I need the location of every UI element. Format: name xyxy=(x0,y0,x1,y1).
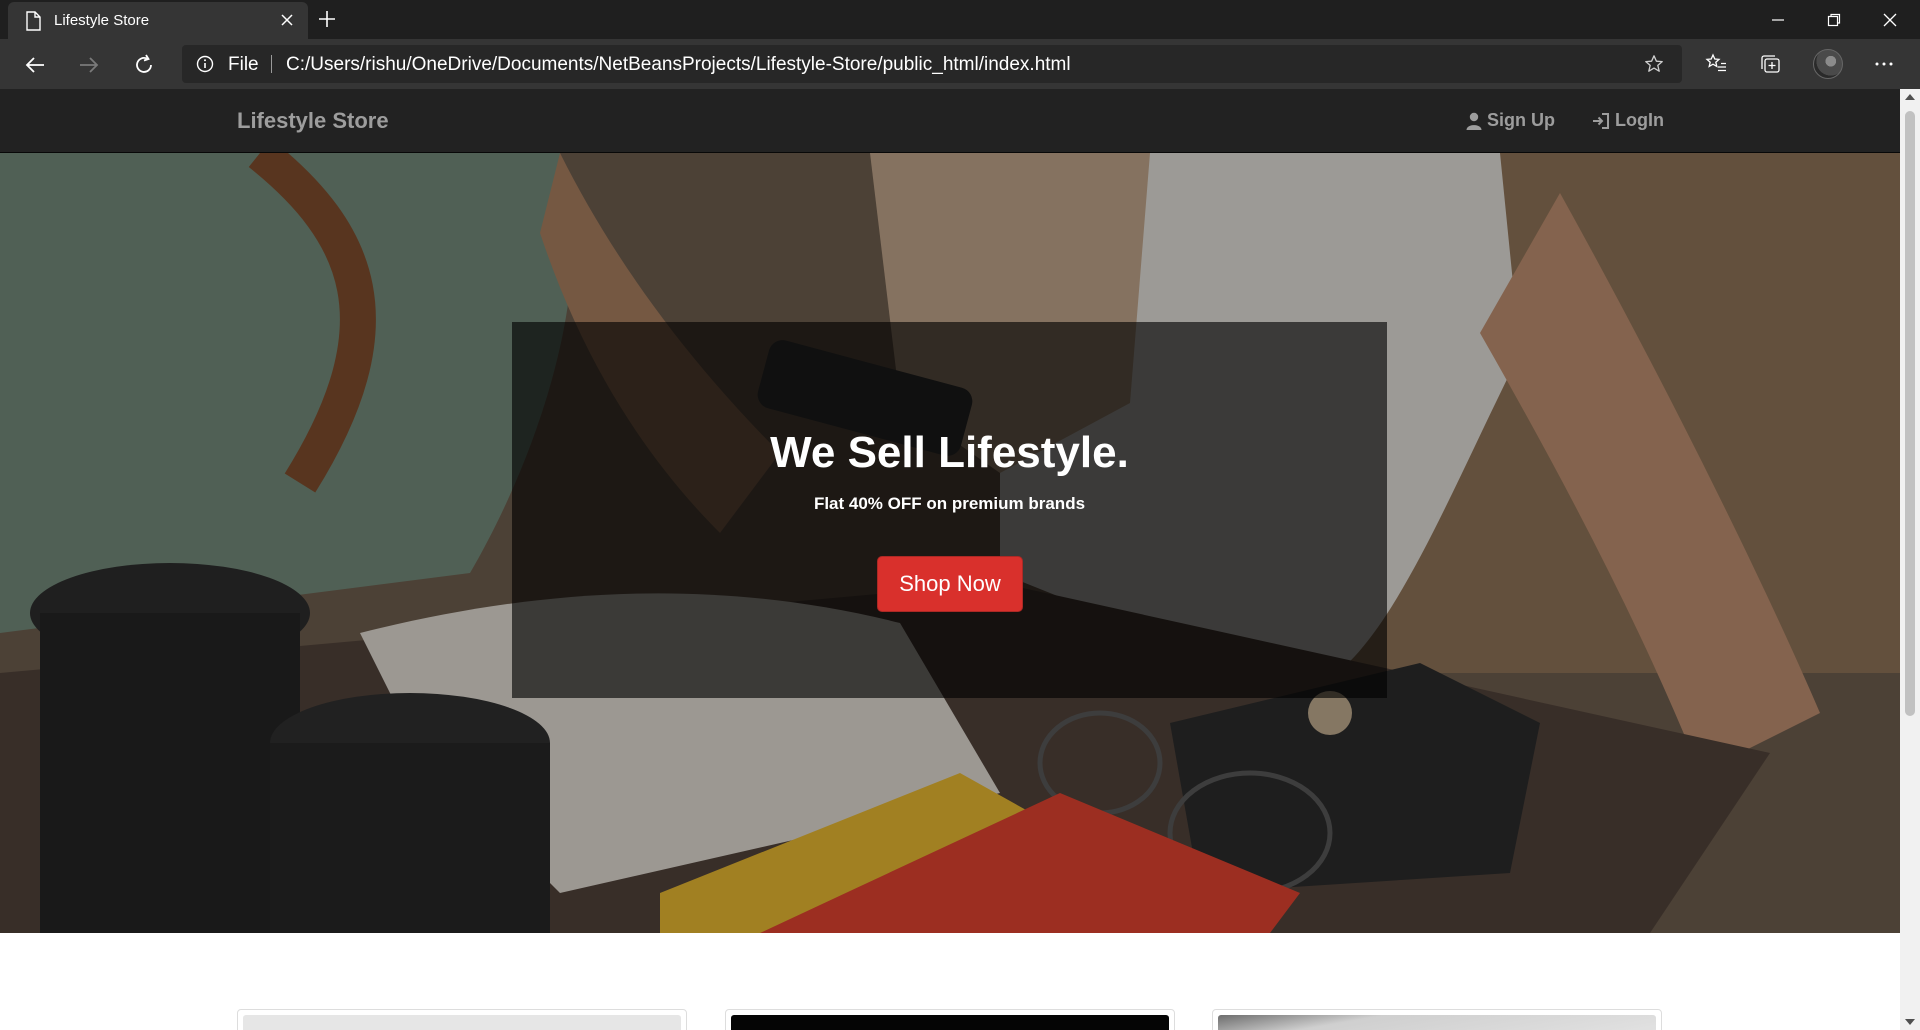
scroll-up-arrow[interactable] xyxy=(1905,94,1915,100)
address-separator xyxy=(271,55,272,73)
hero-section: We Sell Lifestyle. Flat 40% OFF on premi… xyxy=(0,153,1900,933)
product-thumbnail xyxy=(731,1015,1169,1030)
brand-link[interactable]: Lifestyle Store xyxy=(237,108,389,134)
forward-button[interactable] xyxy=(72,48,106,82)
plus-icon[interactable] xyxy=(316,8,338,30)
more-button[interactable] xyxy=(1871,51,1897,77)
close-icon[interactable] xyxy=(278,11,296,29)
browser-tab-strip: Lifestyle Store xyxy=(0,0,1920,39)
document-icon xyxy=(26,11,41,31)
signup-label: Sign Up xyxy=(1487,110,1555,130)
window-close-button[interactable] xyxy=(1862,0,1918,39)
minimize-button[interactable] xyxy=(1750,0,1806,39)
forward-icon xyxy=(80,57,99,73)
back-button[interactable] xyxy=(18,48,52,82)
product-card[interactable] xyxy=(1212,1009,1662,1030)
user-icon xyxy=(1466,112,1482,130)
restore-button[interactable] xyxy=(1806,0,1862,39)
star-icon[interactable] xyxy=(1644,54,1664,74)
site-navbar: Lifestyle Store Sign Up LogIn xyxy=(0,89,1900,153)
product-card[interactable] xyxy=(725,1009,1175,1030)
browser-toolbar: File C:/Users/rishu/OneDrive/Documents/N… xyxy=(0,39,1920,89)
signup-link[interactable]: Sign Up xyxy=(1466,110,1555,131)
more-icon xyxy=(1875,62,1893,66)
favorites-icon xyxy=(1705,53,1726,72)
minimize-icon xyxy=(1772,18,1784,21)
info-icon[interactable] xyxy=(196,55,214,73)
collections-button[interactable] xyxy=(1758,51,1784,77)
hero-subheading: Flat 40% OFF on premium brands xyxy=(813,494,1086,513)
refresh-button[interactable] xyxy=(127,48,161,82)
product-thumbnail xyxy=(1218,1015,1656,1030)
profile-avatar[interactable] xyxy=(1813,49,1843,79)
favorites-button[interactable] xyxy=(1703,51,1729,77)
scrollbar-thumb[interactable] xyxy=(1905,111,1915,716)
login-icon xyxy=(1593,112,1609,129)
product-thumbnail xyxy=(243,1015,681,1030)
product-card[interactable] xyxy=(237,1009,687,1030)
collections-icon xyxy=(1761,55,1780,73)
browser-tab[interactable]: Lifestyle Store xyxy=(8,2,308,39)
restore-icon xyxy=(1827,13,1841,26)
tab-title: Lifestyle Store xyxy=(54,12,150,29)
window-close-icon xyxy=(1883,13,1897,26)
address-scheme: File xyxy=(228,54,259,75)
hero-heading: We Sell Lifestyle. xyxy=(770,428,1129,477)
login-link[interactable]: LogIn xyxy=(1592,110,1664,131)
address-bar[interactable]: File C:/Users/rishu/OneDrive/Documents/N… xyxy=(182,45,1682,83)
scroll-down-arrow[interactable] xyxy=(1905,1019,1915,1025)
page-scrollbar[interactable] xyxy=(1900,89,1920,1030)
hero-banner: We Sell Lifestyle. Flat 40% OFF on premi… xyxy=(512,322,1387,698)
shop-now-button[interactable]: Shop Now xyxy=(877,556,1023,612)
refresh-icon xyxy=(136,54,152,73)
login-label: LogIn xyxy=(1615,110,1664,130)
page-viewport: Lifestyle Store Sign Up LogIn We Sell Li… xyxy=(0,89,1900,1030)
address-url[interactable]: C:/Users/rishu/OneDrive/Documents/NetBea… xyxy=(286,54,1071,76)
back-icon xyxy=(25,57,44,73)
